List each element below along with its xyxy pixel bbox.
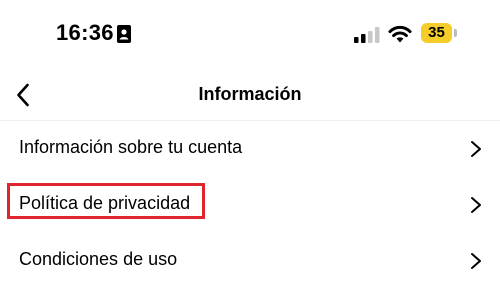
menu-list: Información sobre tu cuenta Política de … (0, 121, 500, 289)
menu-item-account-info[interactable]: Información sobre tu cuenta (0, 121, 500, 177)
contact-card-icon (117, 25, 131, 43)
menu-item-label: Condiciones de uso (19, 249, 178, 269)
chevron-right-icon (471, 141, 481, 157)
page-title: Información (198, 84, 302, 104)
chevron-right-icon (471, 253, 481, 269)
screen: 16:36 35 Información Información sobre t… (0, 0, 500, 290)
battery-cap (454, 29, 457, 37)
status-time: 16:36 (56, 20, 114, 45)
menu-item-label: Información sobre tu cuenta (19, 137, 243, 157)
menu-item-label: Política de privacidad (19, 193, 191, 213)
status-bar: 16:36 35 (0, 0, 500, 66)
cellular-signal-icon (354, 27, 380, 43)
battery-level: 35 (428, 24, 445, 41)
wifi-icon (388, 25, 412, 43)
battery-indicator: 35 (421, 23, 457, 43)
menu-item-privacy-policy[interactable]: Política de privacidad (0, 177, 500, 233)
menu-item-terms-of-use[interactable]: Condiciones de uso (0, 233, 500, 289)
chevron-right-icon (471, 197, 481, 213)
nav-header: Información (0, 70, 500, 121)
